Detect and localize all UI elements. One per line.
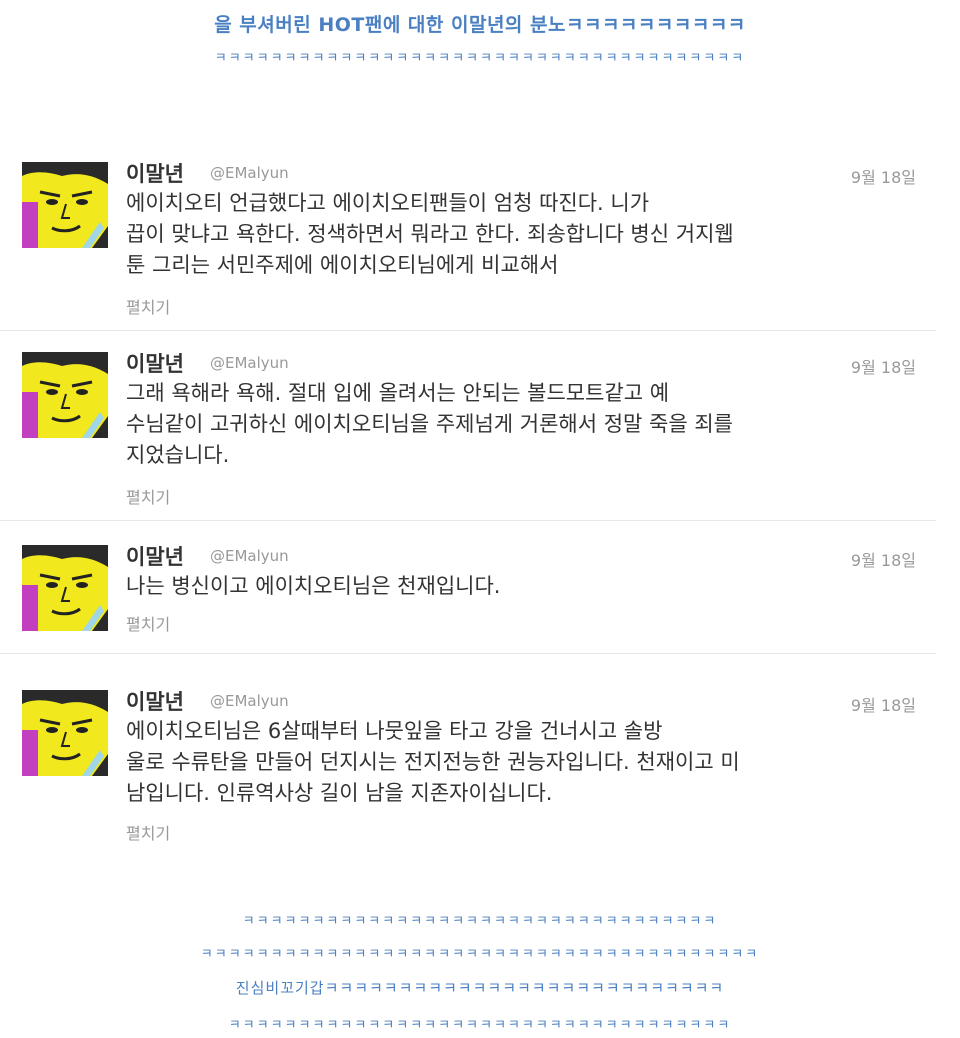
tweet-author-name[interactable]: 이말년: [126, 541, 184, 571]
tweet-text: 그래 욕해라 욕해. 절대 입에 올려서는 안되는 볼드모트같고 예 수님같이 …: [126, 378, 926, 471]
caption-laugh-line: ㅋㅋㅋㅋㅋㅋㅋㅋㅋㅋㅋㅋㅋㅋㅋㅋㅋㅋㅋㅋㅋㅋㅋㅋㅋㅋㅋㅋㅋㅋㅋㅋㅋㅋㅋㅋㅋㅋ: [214, 51, 746, 66]
caption-comment: 진심비꼬기갑ㅋㅋㅋㅋㅋㅋㅋㅋㅋㅋㅋㅋㅋㅋㅋㅋㅋㅋㅋㅋㅋㅋㅋㅋㅋㅋㅋ: [235, 979, 725, 997]
tweet-text-line: 지었습니다.: [126, 443, 230, 467]
expand-link[interactable]: 펼치기: [126, 820, 170, 844]
avatar[interactable]: [22, 690, 108, 776]
tweet-item: 이말년 @EMalyun 9월 18일 에이치오티 언급했다고 에이치오티팬들이…: [0, 150, 936, 331]
cartoon-face-avatar-icon: [22, 162, 108, 248]
caption-laugh-line: ㅋㅋㅋㅋㅋㅋㅋㅋㅋㅋㅋㅋㅋㅋㅋㅋㅋㅋㅋㅋㅋㅋㅋㅋㅋㅋㅋㅋㅋㅋㅋㅋㅋㅋㅋㅋ: [228, 1018, 732, 1033]
tweet-text-line: 나는 병신이고 에이치오티님은 천재입니다.: [126, 574, 501, 598]
tweet-text-line: 남입니다. 인류역사상 길이 남을 지존자이십니다.: [126, 781, 553, 805]
tweet-timestamp[interactable]: 9월 18일: [851, 354, 916, 378]
tweet-author-handle[interactable]: @EMalyun: [210, 354, 289, 372]
tweet-author-handle[interactable]: @EMalyun: [210, 692, 289, 710]
tweet-author-name[interactable]: 이말년: [126, 158, 184, 188]
avatar[interactable]: [22, 545, 108, 631]
tweet-text-line: 에이치오티님은 6살때부터 나뭇잎을 타고 강을 건너시고 솔방: [126, 719, 663, 743]
cartoon-face-avatar-icon: [22, 690, 108, 776]
tweet-text-line: 툰 그리는 서민주제에 에이치오티님에게 비교해서: [126, 253, 559, 277]
tweet-text-line: 수님같이 고귀하신 에이치오티님을 주제넘게 거론해서 정말 죽을 죄를: [126, 412, 734, 436]
tweet-text-line: 그래 욕해라 욕해. 절대 입에 올려서는 안되는 볼드모트같고 예: [126, 381, 670, 405]
tweet-item: 이말년 @EMalyun 9월 18일 에이치오티님은 6살때부터 나뭇잎을 타…: [0, 680, 936, 860]
tweet-text-line: 끕이 맞냐고 욕한다. 정색하면서 뭐라고 한다. 죄송합니다 병신 거지웹: [126, 222, 734, 246]
avatar[interactable]: [22, 352, 108, 438]
tweet-item: 이말년 @EMalyun 9월 18일 나는 병신이고 에이치오티님은 천재입니…: [0, 533, 936, 654]
expand-link[interactable]: 펼치기: [126, 611, 170, 635]
tweet-author-name[interactable]: 이말년: [126, 348, 184, 378]
caption-laugh-line: ㅋㅋㅋㅋㅋㅋㅋㅋㅋㅋㅋㅋㅋㅋㅋㅋㅋㅋㅋㅋㅋㅋㅋㅋㅋㅋㅋㅋㅋㅋㅋㅋㅋㅋ: [242, 914, 718, 929]
tweet-author-handle[interactable]: @EMalyun: [210, 164, 289, 182]
tweet-author-name[interactable]: 이말년: [126, 686, 184, 716]
avatar[interactable]: [22, 162, 108, 248]
tweet-text-line: 울로 수류탄을 만들어 던지시는 전지전능한 권능자입니다. 천재이고 미: [126, 750, 740, 774]
expand-link[interactable]: 펼치기: [126, 294, 170, 318]
cartoon-face-avatar-icon: [22, 352, 108, 438]
expand-link[interactable]: 펼치기: [126, 484, 170, 508]
cartoon-face-avatar-icon: [22, 545, 108, 631]
tweet-text-line: 에이치오티 언급했다고 에이치오티팬들이 엄청 따진다. 니가: [126, 191, 650, 215]
caption-laugh-line: ㅋㅋㅋㅋㅋㅋㅋㅋㅋㅋㅋㅋㅋㅋㅋㅋㅋㅋㅋㅋㅋㅋㅋㅋㅋㅋㅋㅋㅋㅋㅋㅋㅋㅋㅋㅋㅋㅋㅋㅋ: [200, 947, 760, 962]
tweet-text: 에이치오티님은 6살때부터 나뭇잎을 타고 강을 건너시고 솔방 울로 수류탄을…: [126, 716, 926, 809]
tweet-author-handle[interactable]: @EMalyun: [210, 547, 289, 565]
tweet-text: 나는 병신이고 에이치오티님은 천재입니다.: [126, 571, 926, 602]
tweet-text: 에이치오티 언급했다고 에이치오티팬들이 엄청 따진다. 니가 끕이 맞냐고 욕…: [126, 188, 926, 281]
tweet-timestamp[interactable]: 9월 18일: [851, 164, 916, 188]
tweet-timestamp[interactable]: 9월 18일: [851, 692, 916, 716]
tweet-timestamp[interactable]: 9월 18일: [851, 547, 916, 571]
caption-title: 을 부셔버린 HOT팬에 대한 이말년의 분노ㅋㅋㅋㅋㅋㅋㅋㅋㅋㅋ: [214, 14, 746, 36]
tweet-item: 이말년 @EMalyun 9월 18일 그래 욕해라 욕해. 절대 입에 올려서…: [0, 340, 936, 521]
